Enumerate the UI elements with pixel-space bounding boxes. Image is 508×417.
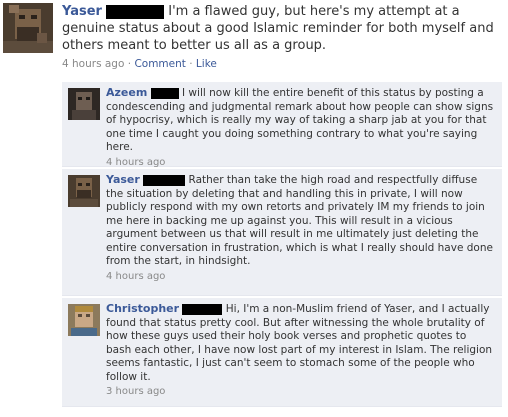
avatar[interactable] (3, 3, 53, 53)
profile-photo-icon (68, 304, 100, 336)
post-timestamp[interactable]: 4 hours ago (62, 58, 124, 70)
avatar[interactable] (68, 175, 100, 207)
comment: Christopher Hi, I'm a non-Muslim friend … (62, 298, 502, 407)
comments-list: Azeem I will now kill the entire benefit… (62, 82, 502, 409)
comment-timestamp[interactable]: 3 hours ago (106, 385, 494, 399)
post-meta: 4 hours ago · Comment · Like (62, 58, 502, 70)
comment: Yaser Rather than take the high road and… (62, 169, 502, 296)
profile-photo-icon (3, 3, 53, 53)
post-text: Yaser I'm a flawed guy, but here's my at… (62, 3, 502, 54)
like-link[interactable]: Like (196, 58, 217, 70)
avatar[interactable] (68, 88, 100, 120)
comment-author-name[interactable]: Christopher (106, 302, 179, 315)
redacted-name (150, 87, 179, 99)
redacted-name (143, 174, 186, 186)
redacted-name (182, 303, 223, 315)
comment-text: Rather than take the high road and respe… (106, 174, 493, 267)
comment-timestamp[interactable]: 4 hours ago (106, 156, 494, 170)
status-post: Yaser I'm a flawed guy, but here's my at… (0, 0, 508, 90)
avatar[interactable] (68, 304, 100, 336)
separator: · (189, 58, 193, 70)
profile-photo-icon (68, 175, 100, 207)
comment-link[interactable]: Comment (134, 58, 185, 70)
comment-author-name[interactable]: Yaser (106, 173, 140, 186)
comment-author-name[interactable]: Azeem (106, 86, 147, 99)
post-author-name[interactable]: Yaser (62, 4, 102, 19)
comment-timestamp[interactable]: 4 hours ago (106, 270, 494, 284)
redacted-name (106, 4, 165, 19)
comment: Azeem I will now kill the entire benefit… (62, 82, 502, 170)
separator: · (127, 58, 132, 70)
profile-photo-icon (68, 88, 100, 120)
